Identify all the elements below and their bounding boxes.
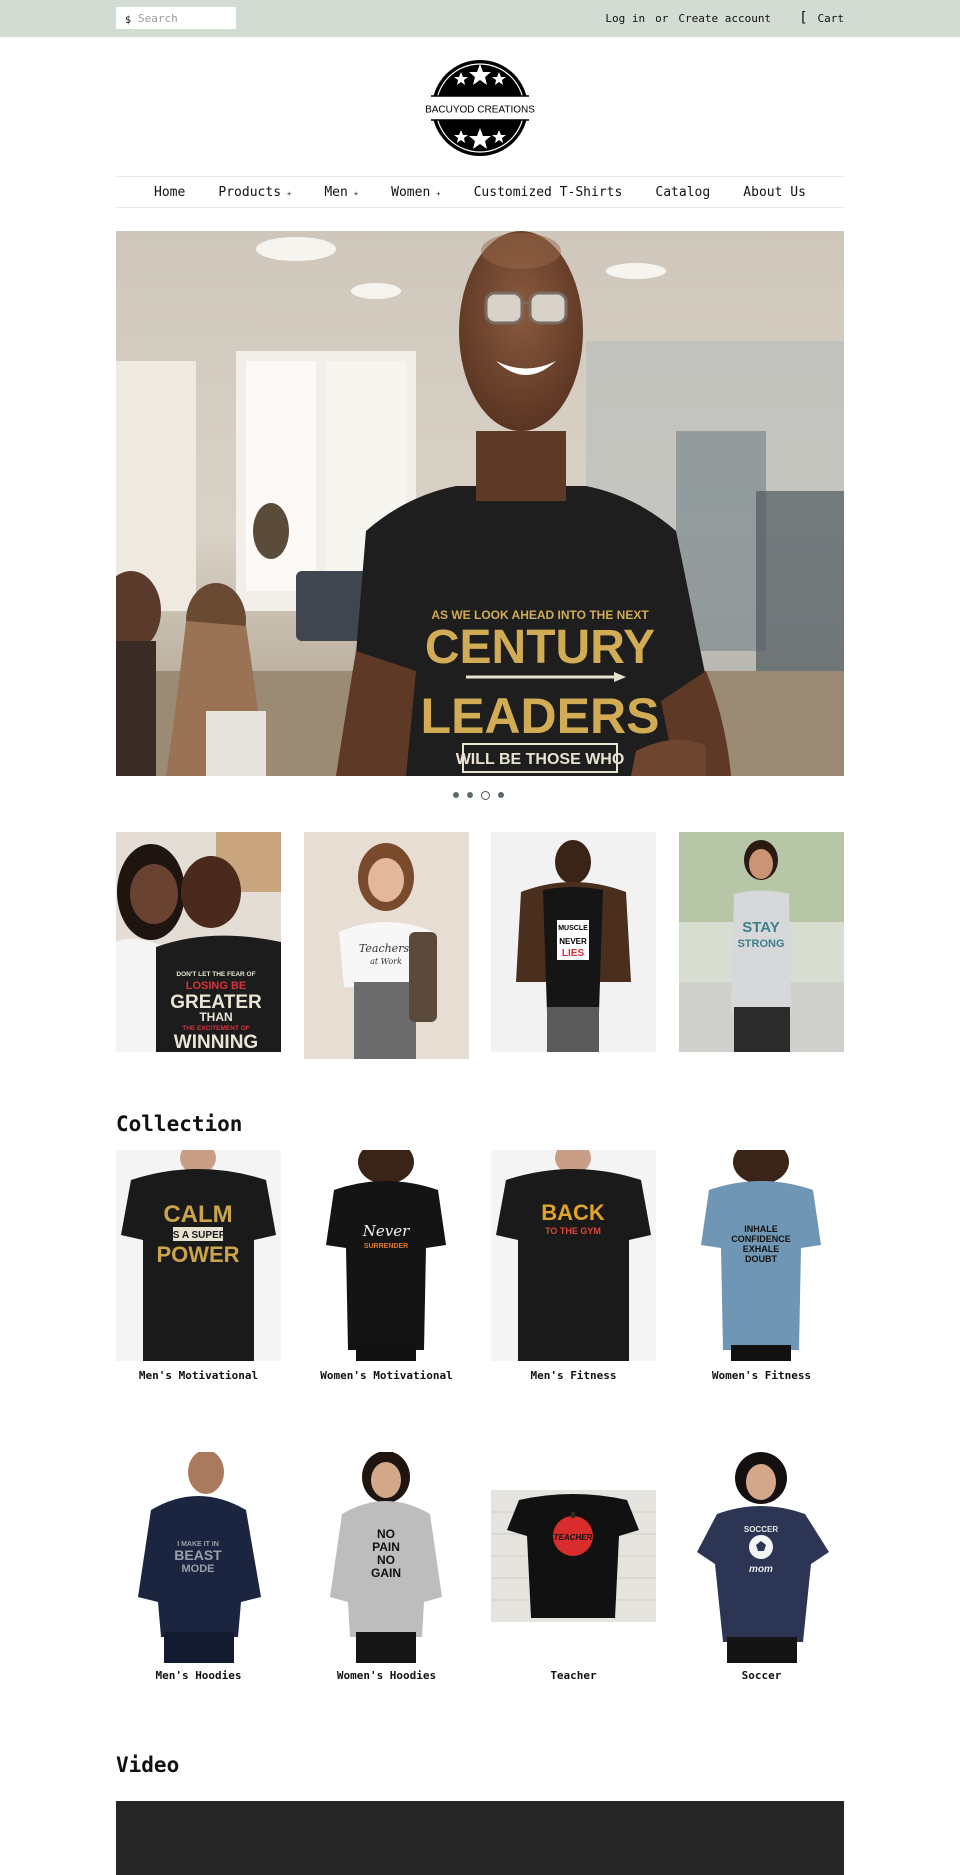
product-title[interactable]: Soccer xyxy=(679,1669,844,1682)
dropdown-caret-icon: + xyxy=(436,190,441,198)
product-image[interactable]: Never SURRENDER xyxy=(304,1150,469,1361)
create-account-link[interactable]: Create account xyxy=(678,12,771,25)
product-image[interactable]: TEACHER xyxy=(491,1490,656,1622)
promo4-line1: STAY xyxy=(742,919,780,936)
search-box[interactable]: $ xyxy=(116,7,236,29)
prod4-line3: EXHALE xyxy=(743,1244,780,1254)
dropdown-caret-icon: + xyxy=(353,190,359,198)
hero-shirt-line3: LEADERS xyxy=(421,688,660,744)
prod5-line2: BEAST xyxy=(174,1547,222,1563)
prod1-line1: CALM xyxy=(163,1201,232,1228)
nav-about-label: About Us xyxy=(743,184,806,200)
promo1-line5: THE EXCITEMENT OF xyxy=(182,1025,250,1032)
promo-image-4[interactable]: STAY STRONG xyxy=(679,832,844,1052)
hero-shirt-line4: WILL BE THOSE WHO xyxy=(456,751,625,768)
nav-catalog[interactable]: Catalog xyxy=(655,185,710,200)
prod5-line3: MODE xyxy=(182,1563,215,1575)
nav-catalog-label: Catalog xyxy=(655,184,711,200)
or-text: or xyxy=(655,12,669,25)
prod6-line2: PAIN xyxy=(372,1540,400,1554)
promo1-line2: LOSING BE xyxy=(186,980,247,992)
dropdown-caret-icon: + xyxy=(287,190,292,198)
nav-men-label: Men xyxy=(324,184,348,200)
nav-products-label: Products xyxy=(218,184,282,200)
nav-women-label: Women xyxy=(391,184,431,200)
hero-shirt-line2: CENTURY xyxy=(425,621,655,674)
prod2-line1: Never xyxy=(362,1222,410,1240)
promo3-line3: LIES xyxy=(562,948,585,959)
prod4-line2: CONFIDENCE xyxy=(731,1234,791,1244)
prod7-line1: TEACHER xyxy=(554,1533,593,1542)
prod6-line1: NO xyxy=(377,1527,395,1541)
prod1-line3: POWER xyxy=(156,1242,239,1267)
promo2-line1: Teachers xyxy=(359,942,410,955)
main-nav: Home Products + Men + Women + Customized T-… xyxy=(116,176,844,208)
promo1-line4: THAN xyxy=(199,1010,232,1024)
prod3-line1: BACK xyxy=(541,1200,605,1225)
promo1-line1: DON'T LET THE FEAR OF xyxy=(176,971,255,978)
promo3-line1: MUSCLE xyxy=(558,925,588,932)
prod2-line2: SURRENDER xyxy=(364,1243,408,1250)
product-title[interactable]: Men's Motivational xyxy=(116,1369,281,1382)
account-links: Log in or Create account [ Cart xyxy=(605,11,845,25)
prod8-line1: SOCCER xyxy=(744,1525,778,1534)
product-title[interactable]: Women's Fitness xyxy=(679,1369,844,1382)
product-title[interactable]: Women's Hoodies xyxy=(304,1669,469,1682)
product-title[interactable]: Men's Fitness xyxy=(491,1369,656,1382)
prod3-line2: TO THE GYM xyxy=(545,1226,601,1236)
product-image[interactable]: INHALE CONFIDENCE EXHALE DOUBT xyxy=(679,1150,844,1361)
prod4-line1: INHALE xyxy=(744,1224,778,1234)
product-image[interactable]: CALM IS A SUPER POWER xyxy=(116,1150,281,1361)
slideshow-dots xyxy=(453,790,504,800)
prod6-line4: GAIN xyxy=(371,1566,401,1580)
nav-men[interactable]: Men + xyxy=(324,185,358,200)
hero-slide-image[interactable]: AS WE LOOK AHEAD INTO THE NEXT CENTURY L… xyxy=(116,231,844,776)
promo1-line6: WINNING xyxy=(174,1032,258,1052)
prod6-line3: NO xyxy=(377,1553,395,1567)
nav-customized-tshirts[interactable]: Customized T-Shirts xyxy=(474,185,623,200)
promo2-line2: at Work xyxy=(370,957,402,966)
logo-text: BACUYOD CREATIONS xyxy=(425,105,535,116)
video-heading: Video xyxy=(116,1753,180,1777)
product-image[interactable]: BACK TO THE GYM xyxy=(491,1150,656,1361)
login-link[interactable]: Log in xyxy=(605,12,645,25)
promo-image-1[interactable]: DON'T LET THE FEAR OF LOSING BE GREATER … xyxy=(116,832,281,1052)
nav-women[interactable]: Women + xyxy=(391,185,440,200)
nav-products[interactable]: Products + xyxy=(218,185,291,200)
prod4-line4: DOUBT xyxy=(745,1254,777,1264)
nav-customized-label: Customized T-Shirts xyxy=(473,184,623,200)
collection-heading: Collection xyxy=(116,1112,243,1136)
product-image[interactable]: SOCCER mom xyxy=(679,1452,844,1663)
search-icon[interactable]: $ xyxy=(125,16,131,26)
promo-image-2[interactable]: Teachers at Work xyxy=(304,832,469,1059)
product-image[interactable]: I MAKE IT IN BEAST MODE xyxy=(116,1452,281,1663)
slide-dot-1[interactable] xyxy=(453,792,459,798)
cart-link[interactable]: Cart xyxy=(818,12,845,25)
cart-icon[interactable]: [ xyxy=(799,11,807,25)
slide-dot-2[interactable] xyxy=(467,792,473,798)
nav-home[interactable]: Home xyxy=(154,185,185,200)
nav-about-us[interactable]: About Us xyxy=(743,185,806,200)
product-image[interactable]: NO PAIN NO GAIN xyxy=(304,1452,469,1663)
slide-dot-3-active[interactable] xyxy=(481,790,490,800)
promo-image-3[interactable]: MUSCLE NEVER LIES xyxy=(491,832,656,1052)
promo4-line2: STRONG xyxy=(737,938,784,950)
product-title[interactable]: Men's Hoodies xyxy=(116,1669,281,1682)
product-title[interactable]: Women's Motivational xyxy=(304,1369,469,1382)
video-player[interactable] xyxy=(116,1801,844,1875)
top-bar: $ Log in or Create account [ Cart xyxy=(0,0,960,37)
slide-dot-4[interactable] xyxy=(498,792,504,798)
hero-shirt-line1: AS WE LOOK AHEAD INTO THE NEXT xyxy=(431,608,649,622)
nav-home-label: Home xyxy=(154,184,186,200)
star-badge-logo-icon: BACUYOD CREATIONS xyxy=(423,60,537,156)
search-input[interactable] xyxy=(138,9,232,27)
prod1-line2: IS A SUPER xyxy=(170,1230,227,1241)
store-logo[interactable]: BACUYOD CREATIONS xyxy=(423,58,537,158)
product-title[interactable]: Teacher xyxy=(491,1669,656,1682)
promo3-line2: NEVER xyxy=(559,937,587,946)
prod8-line2: mom xyxy=(749,1564,773,1575)
